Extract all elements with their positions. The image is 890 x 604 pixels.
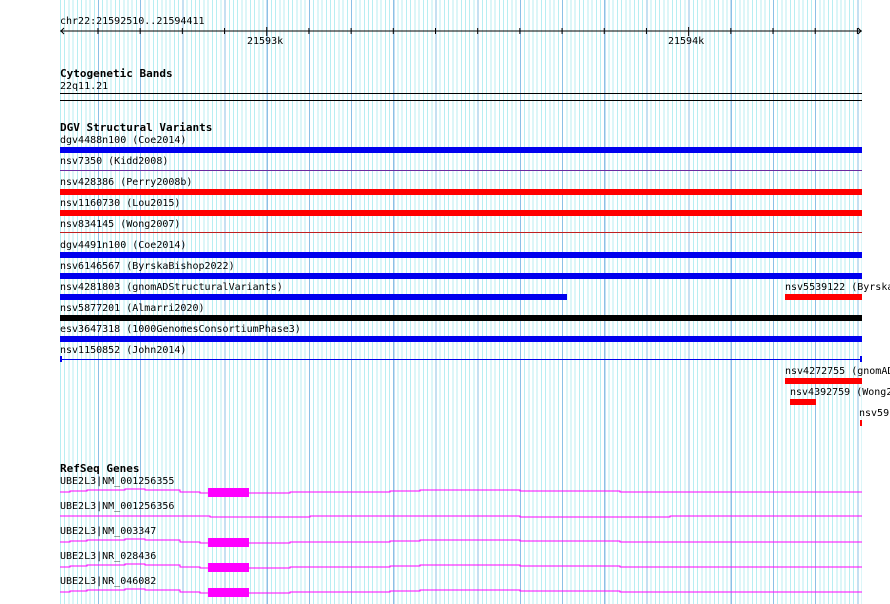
- gene-models[interactable]: [0, 0, 890, 604]
- gene-intron-line: [60, 488, 862, 494]
- gene-intron-line: [60, 538, 862, 544]
- gene-intron-line: [60, 588, 862, 594]
- genome-browser: chr22:21592510..21594411 21593k 21594k C…: [0, 0, 890, 604]
- gene-intron-line: [60, 515, 862, 518]
- gene-exon: [208, 538, 249, 547]
- gene-exon: [208, 563, 249, 572]
- gene-exon: [208, 488, 249, 497]
- gene-intron-line: [60, 563, 862, 569]
- gene-exon: [208, 588, 249, 597]
